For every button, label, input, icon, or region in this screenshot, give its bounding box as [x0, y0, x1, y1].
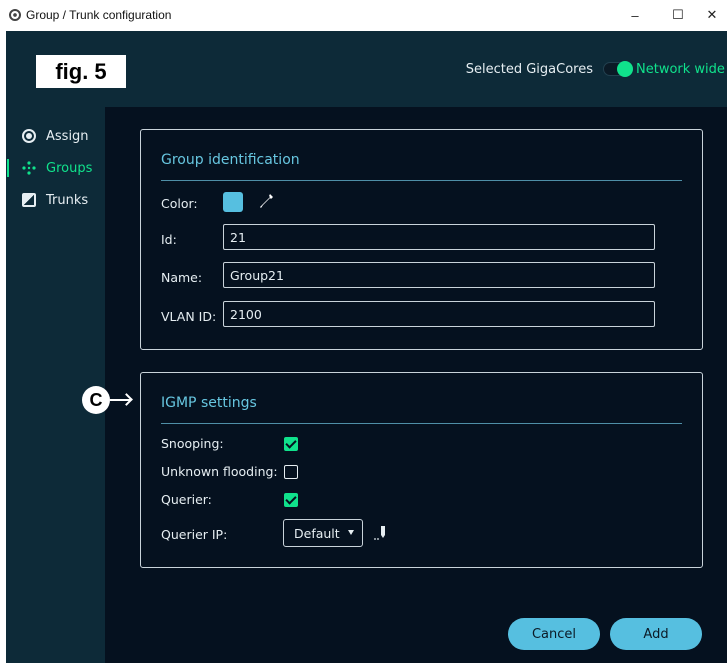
- sidebar-item-groups[interactable]: Groups: [6, 156, 105, 180]
- group-identification-title: Group identification: [161, 152, 300, 168]
- querier-ip-value: Default: [294, 525, 340, 541]
- figure-label: fig. 5: [36, 55, 126, 88]
- name-field[interactable]: Group21: [223, 262, 655, 288]
- sidebar-item-label: Trunks: [46, 192, 89, 208]
- vlan-id-field[interactable]: 2100: [223, 301, 655, 327]
- add-button[interactable]: Add: [610, 618, 702, 650]
- sidebar-item-label: Assign: [46, 128, 89, 144]
- close-button[interactable]: ✕: [697, 0, 727, 30]
- eyedropper-icon[interactable]: [259, 192, 275, 210]
- header-bar: fig. 5 Selected GigaCores Network wide: [6, 31, 727, 107]
- chevron-down-icon: [348, 530, 354, 535]
- unknown-flooding-label: Unknown flooding:: [161, 464, 278, 479]
- igmp-settings-title: IGMP settings: [161, 395, 257, 411]
- querier-ip-label: Querier IP:: [161, 527, 228, 542]
- group-identification-panel: Group identification Color: Id: 21 Name:…: [140, 129, 703, 350]
- groups-icon: [22, 161, 36, 175]
- querier-ip-select[interactable]: Default: [283, 519, 363, 547]
- querier-label: Querier:: [161, 492, 212, 507]
- color-swatch[interactable]: [223, 192, 243, 212]
- unknown-flooding-checkbox[interactable]: [284, 465, 298, 479]
- panel-divider: [161, 180, 682, 181]
- sidebar: Assign Groups Trunks: [6, 107, 105, 663]
- trunk-icon: [22, 193, 36, 207]
- toggle-knob: [617, 61, 633, 77]
- radio-icon: [22, 129, 36, 143]
- network-wide-label: Network wide: [636, 62, 725, 77]
- snooping-label: Snooping:: [161, 436, 224, 451]
- color-label: Color:: [161, 196, 198, 211]
- window-title-bar: Group / Trunk configuration – ☐ ✕: [0, 0, 727, 30]
- panel-divider: [161, 423, 682, 424]
- scope-toggle[interactable]: [603, 61, 633, 77]
- app-gear-icon: [9, 9, 21, 21]
- sidebar-item-label: Groups: [46, 160, 93, 176]
- id-label: Id:: [161, 232, 177, 247]
- name-label: Name:: [161, 270, 203, 285]
- annotation-arrow-icon: [110, 399, 130, 401]
- app-body: fig. 5 Selected GigaCores Network wide A…: [6, 31, 727, 663]
- vlan-id-label: VLAN ID:: [161, 309, 217, 324]
- sidebar-item-assign[interactable]: Assign: [6, 124, 105, 148]
- snooping-checkbox[interactable]: [284, 437, 298, 451]
- window-title: Group / Trunk configuration: [26, 8, 172, 22]
- cancel-button[interactable]: Cancel: [508, 618, 600, 650]
- id-field[interactable]: 21: [223, 224, 655, 250]
- selected-gigacores-label: Selected GigaCores: [465, 62, 593, 77]
- minimize-button[interactable]: –: [620, 0, 650, 30]
- annotation-c-badge: C: [82, 386, 110, 414]
- igmp-settings-panel: IGMP settings Snooping: Unknown flooding…: [140, 372, 703, 568]
- sidebar-item-trunks[interactable]: Trunks: [6, 188, 105, 212]
- edit-ip-icon[interactable]: [373, 525, 389, 541]
- maximize-button[interactable]: ☐: [663, 0, 693, 30]
- querier-checkbox[interactable]: [284, 493, 298, 507]
